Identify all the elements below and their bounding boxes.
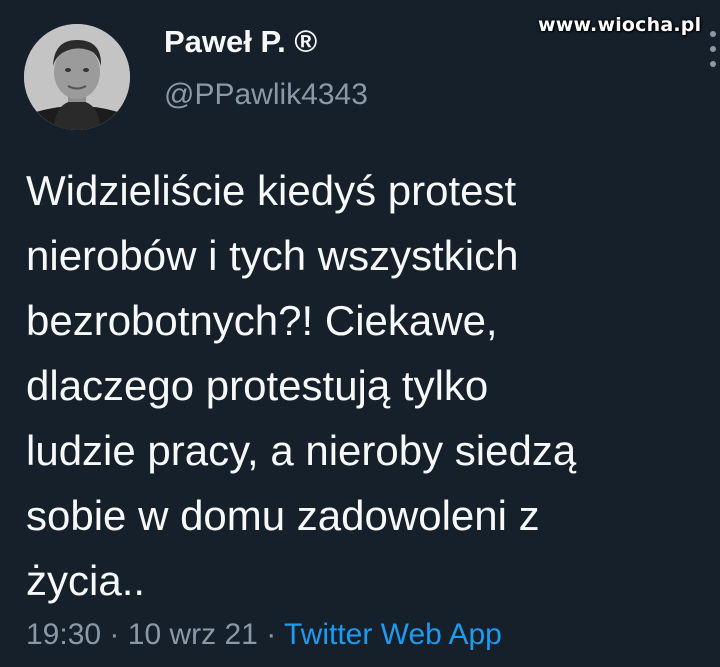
tweet-text-line: sobie w domu zadowoleni z xyxy=(26,492,540,539)
tweet-text: Widzieliście kiedyś protest nierobów i t… xyxy=(26,158,706,613)
meta-separator: · xyxy=(266,618,277,651)
tweet-text-line: bezrobotnych?! Ciekawe, xyxy=(26,297,498,344)
tweet-source-link[interactable]: Twitter Web App xyxy=(284,618,502,651)
tweet-text-line: nierobów i tych wszystkich xyxy=(26,232,519,279)
more-options-icon[interactable] xyxy=(708,31,718,67)
meta-separator: · xyxy=(109,618,120,651)
tweet-time[interactable]: 19:30 xyxy=(26,618,101,651)
tweet-text-line: dlaczego protestują tylko xyxy=(26,362,489,409)
tweet-text-line: życia.. xyxy=(26,557,146,604)
watermark: www.wiocha.pl xyxy=(538,14,702,36)
author-display-name[interactable]: Paweł P. ® xyxy=(164,24,317,60)
tweet-date[interactable]: 10 wrz 21 xyxy=(128,618,258,651)
avatar[interactable] xyxy=(24,24,130,130)
avatar-photo xyxy=(24,24,130,130)
author-handle[interactable]: @PPawlik4343 xyxy=(164,78,368,112)
tweet-meta: 19:30 · 10 wrz 21 · Twitter Web App xyxy=(26,618,502,652)
tweet-text-line: ludzie pracy, a nieroby siedzą xyxy=(26,427,577,474)
tweet-text-line: Widzieliście kiedyś protest xyxy=(26,167,517,214)
